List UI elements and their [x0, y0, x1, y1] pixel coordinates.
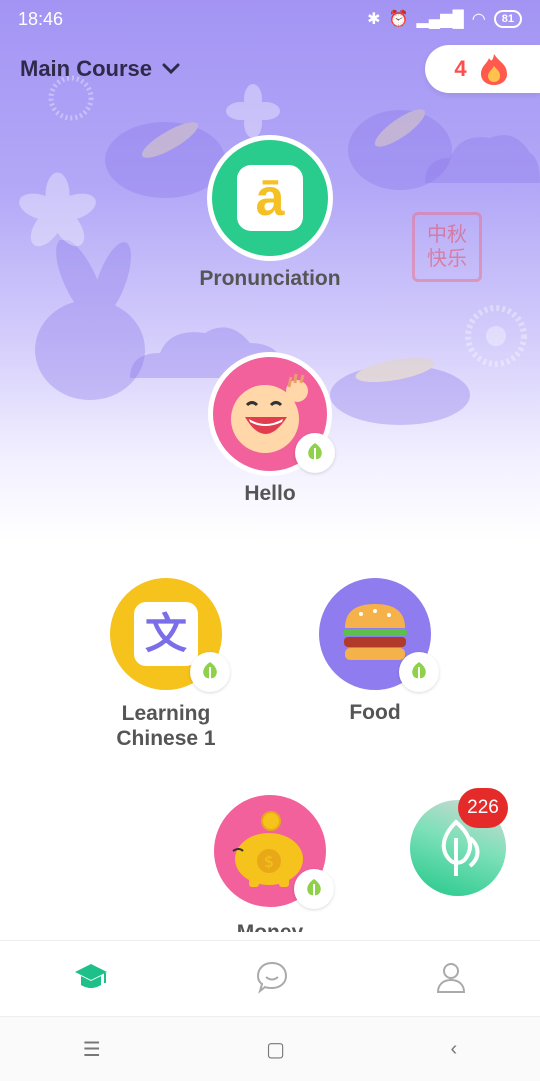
leaf-icon	[202, 662, 218, 683]
leaf-icon	[307, 443, 323, 464]
bottom-tab-bar	[0, 940, 540, 1017]
a-macron-glyph: ā	[255, 169, 285, 227]
a-macron-icon: ā	[237, 165, 303, 231]
battery-indicator: 81	[493, 10, 522, 28]
chevron-down-icon	[162, 63, 180, 75]
tab-chat[interactable]	[255, 960, 289, 999]
leaf-icon	[411, 662, 427, 683]
lesson-circle	[208, 352, 335, 476]
mid-autumn-seal: 中秋快乐	[412, 212, 482, 282]
chinese-character-icon: 文	[134, 602, 198, 666]
back-icon[interactable]: ‹	[451, 1038, 458, 1061]
streak-count: 4	[454, 56, 467, 81]
tab-learn[interactable]	[73, 961, 109, 998]
system-nav-bar: ☰ ▢ ‹	[0, 1016, 540, 1081]
course-selector[interactable]: Main Course	[20, 56, 180, 82]
leaf-badge	[190, 652, 230, 692]
leaf-badge	[295, 433, 335, 473]
lesson-label: Food	[349, 701, 401, 724]
flower-decoration-icon	[19, 172, 96, 247]
alarm-icon: ⏰	[388, 11, 409, 28]
lesson-circle	[314, 573, 439, 695]
home-icon[interactable]: ▢	[266, 1037, 285, 1062]
signal-icon: ▂▄▆█	[416, 11, 464, 28]
lesson-label: Money	[149, 918, 391, 932]
leaf-badge	[294, 869, 334, 909]
status-time: 18:46	[18, 9, 64, 29]
tab-profile[interactable]	[435, 960, 467, 999]
burger-icon	[343, 604, 407, 660]
status-bar: 18:46 ✱ ⏰ ▂▄▆█ ◠ 81	[0, 0, 540, 40]
flower-decoration-icon	[226, 84, 280, 138]
lesson-hello[interactable]: Hello	[208, 352, 335, 506]
leaf-icon	[306, 879, 322, 900]
chat-bubble-icon	[256, 961, 288, 994]
graduation-cap-icon	[75, 963, 107, 988]
profile-icon	[436, 962, 466, 993]
rabbit-decoration-icon	[330, 357, 470, 425]
lesson-food[interactable]: Food	[314, 573, 439, 725]
lesson-label: Hello	[244, 482, 296, 505]
course-title: Main Course	[20, 56, 153, 81]
leaf-badge	[399, 652, 439, 692]
lesson-circle: 文	[105, 573, 230, 695]
cloud-decoration-icon	[425, 135, 540, 183]
chinese-character-glyph: 文	[144, 610, 187, 657]
seal-text: 中秋快乐	[427, 224, 467, 270]
lesson-learning-chinese-1[interactable]: 文 Learning Chinese 1	[105, 573, 230, 751]
lesson-money[interactable]: $ Money	[209, 790, 334, 932]
lesson-circle: $	[209, 790, 334, 912]
bluetooth-icon: ✱	[367, 11, 381, 28]
streak-counter[interactable]: 4	[425, 45, 540, 93]
lesson-label: Learning Chinese 1	[116, 702, 216, 750]
wifi-icon: ◠	[471, 11, 486, 28]
lesson-circle: ā	[207, 135, 333, 261]
chrysanthemum-decoration-icon	[465, 305, 527, 367]
practice-count-badge: 226	[458, 788, 508, 828]
lesson-label: Pronunciation	[199, 267, 341, 290]
lesson-pronunciation[interactable]: ā Pronunciation	[199, 135, 341, 291]
svg-text:$: $	[264, 852, 274, 871]
flame-icon	[480, 54, 507, 85]
menu-icon[interactable]: ☰	[83, 1037, 101, 1062]
